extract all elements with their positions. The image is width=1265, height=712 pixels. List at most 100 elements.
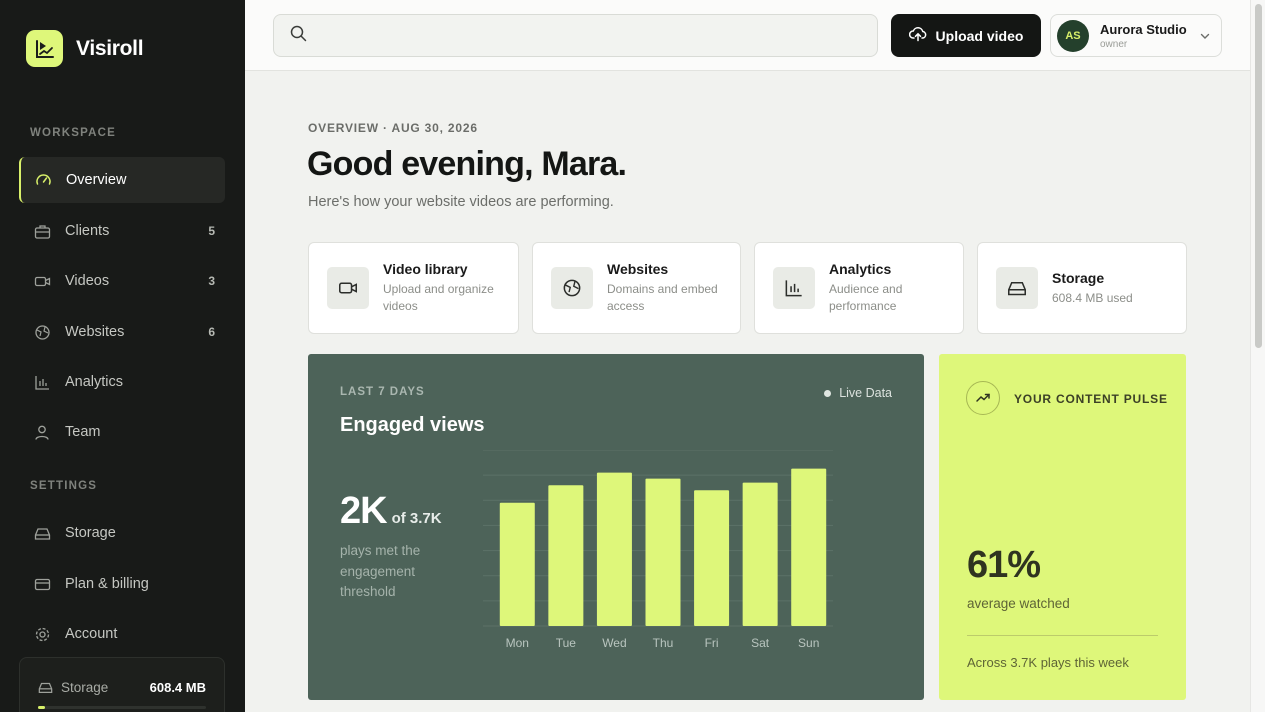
storage-usage-box[interactable]: Storage 608.4 MB xyxy=(19,657,225,712)
briefcase-icon xyxy=(33,222,51,240)
scrollbar-thumb[interactable] xyxy=(1255,4,1262,348)
bar-thu xyxy=(645,478,681,626)
page-scrollbar[interactable] xyxy=(1250,0,1265,712)
storage-progress-bar xyxy=(38,706,206,709)
card-storage[interactable]: Storage 608.4 MB used xyxy=(977,242,1187,334)
sidebar-item-label: Videos xyxy=(65,273,110,289)
card-title: Websites xyxy=(607,261,669,277)
globe-icon xyxy=(551,267,593,309)
logo-icon xyxy=(26,30,63,67)
card-title: Storage xyxy=(1052,269,1105,286)
plays-summary: Across 3.7K plays this week xyxy=(967,655,1129,670)
upload-cloud-icon xyxy=(908,26,927,45)
sidebar-item-label: Analytics xyxy=(65,374,124,390)
chevron-down-icon xyxy=(1199,29,1211,47)
upload-video-label: Upload video xyxy=(935,27,1024,44)
card-description: 608.4 MB used xyxy=(1052,290,1133,305)
trending-up-icon xyxy=(966,381,1000,415)
topbar: Upload video AS Aurora Studio owner xyxy=(245,0,1250,71)
page-title: Good evening, Mara. xyxy=(307,145,627,183)
bar-sat xyxy=(742,482,778,626)
x-tick-label: Thu xyxy=(653,636,674,650)
search-input[interactable] xyxy=(319,27,859,44)
sidebar-item-label: Clients xyxy=(65,223,110,239)
panel-title: Engaged views xyxy=(340,414,485,436)
card-video-library[interactable]: Video library Upload and organize videos xyxy=(308,242,519,334)
account-name: Aurora Studio xyxy=(1100,21,1187,37)
app-name: Visiroll xyxy=(76,36,144,60)
engaged-views-note: plays met the engagement threshold xyxy=(340,543,421,599)
storage-label: Storage xyxy=(61,679,109,695)
sidebar-item-videos[interactable]: Videos 3 xyxy=(19,258,225,304)
sidebar-item-websites[interactable]: Websites 6 xyxy=(19,309,225,355)
bar-sun xyxy=(791,468,827,626)
count-badge: 5 xyxy=(208,224,215,238)
globe-icon xyxy=(33,323,51,341)
x-tick-label: Sun xyxy=(798,636,819,650)
sidebar-item-plan-billing[interactable]: Plan & billing xyxy=(19,561,225,607)
video-icon xyxy=(33,272,51,290)
settings-section-label: SETTINGS xyxy=(30,480,98,492)
card-title: Video library xyxy=(383,261,468,277)
gear-icon xyxy=(33,625,51,643)
sidebar-item-team[interactable]: Team xyxy=(19,409,225,455)
x-tick-label: Fri xyxy=(705,636,719,650)
sidebar-item-clients[interactable]: Clients 5 xyxy=(19,208,225,254)
count-badge: 6 xyxy=(208,325,215,339)
sidebar-item-account[interactable]: Account xyxy=(19,611,225,657)
content-pulse-panel: YOUR CONTENT PULSE 61% average watched A… xyxy=(939,354,1186,700)
upload-video-button[interactable]: Upload video xyxy=(891,14,1041,57)
search-icon xyxy=(290,25,307,47)
card-websites[interactable]: Websites Domains and embed access xyxy=(532,242,741,334)
live-dot-icon xyxy=(824,389,832,397)
sidebar-item-label: Storage xyxy=(65,525,116,541)
sidebar-item-label: Websites xyxy=(65,324,125,340)
card-title: Analytics xyxy=(829,261,892,277)
bar-wed xyxy=(596,472,632,626)
pulse-label: YOUR CONTENT PULSE xyxy=(1014,392,1168,406)
sidebar-item-label: Overview xyxy=(66,172,127,188)
engaged-views-total: of 3.7K xyxy=(391,510,442,527)
sidebar-item-label: Account xyxy=(65,626,118,642)
bar-mon xyxy=(499,502,535,626)
sidebar-item-label: Plan & billing xyxy=(65,576,149,592)
user-icon xyxy=(33,423,51,441)
video-icon xyxy=(327,267,369,309)
search-bar[interactable] xyxy=(273,14,878,57)
storage-progress-fill xyxy=(38,706,45,709)
count-badge: 3 xyxy=(208,274,215,288)
drive-icon xyxy=(996,267,1038,309)
sidebar-item-label: Team xyxy=(65,424,101,440)
card-description: Audience and performance xyxy=(829,282,903,313)
card-description: Domains and embed access xyxy=(607,282,718,313)
average-watched-value: 61% xyxy=(967,544,1041,586)
avatar: AS xyxy=(1057,19,1089,52)
x-tick-label: Tue xyxy=(556,636,577,650)
sidebar-item-storage[interactable]: Storage xyxy=(19,510,225,556)
bar-chart-icon xyxy=(773,267,815,309)
sidebar-item-analytics[interactable]: Analytics xyxy=(19,359,225,405)
x-tick-label: Wed xyxy=(602,636,626,650)
brand[interactable]: Visiroll xyxy=(26,30,144,67)
drive-icon xyxy=(33,524,51,542)
engaged-views-chart: Mon Tue Wed Thu Fri Sat Sun xyxy=(483,450,833,650)
sidebar-item-overview[interactable]: Overview xyxy=(19,157,225,203)
period-label: LAST 7 DAYS xyxy=(340,386,425,398)
workspace-section-label: WORKSPACE xyxy=(30,127,116,139)
sidebar: Visiroll WORKSPACE Overview Clients 5 Vi… xyxy=(0,0,245,712)
engaged-views-stat: 2K of 3.7K xyxy=(340,490,442,533)
gauge-icon xyxy=(34,171,52,189)
average-watched-label: average watched xyxy=(967,596,1070,611)
bar-chart-icon xyxy=(33,373,51,391)
account-menu[interactable]: AS Aurora Studio owner xyxy=(1050,14,1222,57)
engaged-views-value: 2K xyxy=(340,490,388,532)
divider xyxy=(967,635,1158,636)
drive-icon xyxy=(38,678,53,696)
card-icon xyxy=(33,575,51,593)
card-analytics[interactable]: Analytics Audience and performance xyxy=(754,242,964,334)
account-role: owner xyxy=(1100,38,1128,50)
live-data-label: Live Data xyxy=(839,386,892,400)
x-tick-label: Sat xyxy=(751,636,770,650)
live-data-indicator: Live Data xyxy=(824,386,892,400)
engaged-views-panel: LAST 7 DAYS Live Data Engaged views 2K o… xyxy=(308,354,924,700)
